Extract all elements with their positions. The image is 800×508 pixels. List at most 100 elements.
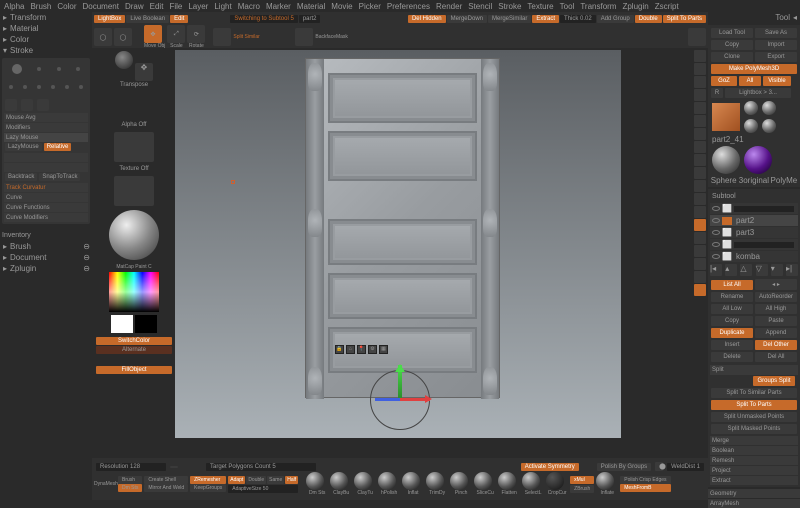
vi-xpose[interactable] xyxy=(694,271,706,283)
menu-marker[interactable]: Marker xyxy=(266,2,291,10)
brush-flatten[interactable] xyxy=(498,472,516,490)
eye-icon[interactable] xyxy=(712,206,720,211)
split-header[interactable]: Split xyxy=(710,365,798,375)
subtool-row1[interactable]: ⬜ xyxy=(710,203,798,214)
swatch-black[interactable] xyxy=(135,315,157,333)
extract-btn[interactable]: Extract xyxy=(532,15,559,23)
target-poly[interactable]: Target Polygons Count 5 xyxy=(206,463,316,471)
menu-render[interactable]: Render xyxy=(436,2,462,10)
material-sphere[interactable] xyxy=(109,210,159,260)
welddist[interactable]: WeldDist 1 xyxy=(667,463,704,471)
double-btn[interactable]: Double xyxy=(635,15,662,23)
tab-color[interactable]: ▸Color xyxy=(0,34,92,45)
menu-brush[interactable]: Brush xyxy=(30,2,51,10)
st-movedn-icon[interactable]: ▽ xyxy=(756,264,768,276)
swatch-white[interactable] xyxy=(111,315,133,333)
project-row[interactable]: Project xyxy=(710,466,798,475)
inv-zplugin[interactable]: ▸Zplugin⊖ xyxy=(0,263,92,274)
addgroup-btn[interactable]: Add Group xyxy=(597,15,634,23)
active-tool-thumb[interactable] xyxy=(712,103,740,131)
createshell-btn[interactable]: Create Shell xyxy=(144,476,188,484)
vi-rotate[interactable] xyxy=(694,206,706,218)
mouse-avg-slider[interactable]: Mouse Avg xyxy=(4,113,88,122)
zremesher-btn[interactable]: ZRemesher xyxy=(190,476,226,484)
move-obj-icon[interactable]: ✥ xyxy=(144,25,162,43)
vi-scale[interactable] xyxy=(694,193,706,205)
grow-icon[interactable] xyxy=(213,28,231,46)
st-start-icon[interactable]: |◂ xyxy=(710,264,722,276)
eye-icon[interactable] xyxy=(712,218,720,223)
vi-local[interactable] xyxy=(694,141,706,153)
menu-layer[interactable]: Layer xyxy=(188,2,208,10)
remesh-row[interactable]: Remesh xyxy=(710,456,798,465)
vi-aahalf[interactable] xyxy=(694,102,706,114)
tool-thumb3[interactable] xyxy=(744,119,758,133)
track-curve[interactable]: Track Curvatur xyxy=(4,183,88,192)
inv-brush[interactable]: ▸Brush⊖ xyxy=(0,241,92,252)
saveas-btn[interactable]: Save As xyxy=(755,28,797,38)
groupsplit-btn[interactable]: Groups Split xyxy=(753,376,795,386)
alpha-thumb[interactable] xyxy=(114,132,154,162)
snap-btn[interactable]: SnapToTrack xyxy=(39,173,80,181)
curve-mod[interactable]: Curve Modifiers xyxy=(4,213,88,222)
menu-file[interactable]: File xyxy=(169,2,182,10)
import-btn[interactable]: Import xyxy=(755,40,797,50)
rotate-icon[interactable]: ⟳ xyxy=(187,25,205,43)
load-tool-btn[interactable]: Load Tool xyxy=(711,28,753,38)
actsym-btn[interactable]: Activate Symmetry xyxy=(521,463,579,471)
menu-stroke[interactable]: Stroke xyxy=(498,2,521,10)
alllow-btn[interactable]: All Low xyxy=(711,304,753,314)
vi-scroll[interactable] xyxy=(694,63,706,75)
lazy-mouse-header[interactable]: Lazy Mouse xyxy=(4,133,88,142)
listall-btn[interactable]: List All xyxy=(711,280,753,290)
extract-row[interactable]: Extract xyxy=(710,476,798,485)
brush-trimdy[interactable] xyxy=(426,472,444,490)
all-btn[interactable]: All xyxy=(739,76,761,86)
backtrack-btn[interactable]: Backtrack xyxy=(5,173,37,181)
brush-inflat[interactable] xyxy=(402,472,420,490)
merge-row[interactable]: Merge xyxy=(710,436,798,445)
r-btn[interactable]: R xyxy=(711,88,723,98)
texture-thumb[interactable] xyxy=(114,176,154,206)
eye-icon[interactable] xyxy=(712,242,720,247)
modifiers-header[interactable]: Modifiers xyxy=(4,123,88,132)
copy2-btn[interactable]: Copy xyxy=(711,316,753,326)
eye-icon[interactable] xyxy=(712,230,720,235)
menu-document[interactable]: Document xyxy=(83,2,119,10)
subtool-komba[interactable]: ⬜komba xyxy=(710,251,798,262)
menu-material[interactable]: Material xyxy=(297,2,325,10)
menu-texture[interactable]: Texture xyxy=(527,2,553,10)
subtool-part3[interactable]: ⬜part3 xyxy=(710,227,798,238)
splitmasked-btn[interactable]: Split Masked Points xyxy=(711,424,797,434)
xmul[interactable]: xMul xyxy=(570,476,594,484)
alternate-btn[interactable]: Alternate xyxy=(96,346,172,354)
gizmo-lock-icon[interactable]: 🔒 xyxy=(335,345,344,354)
menu-light[interactable]: Light xyxy=(214,2,231,10)
brush-slicecu[interactable] xyxy=(474,472,492,490)
tool-thumb1[interactable] xyxy=(744,101,758,115)
curve-fn[interactable]: Curve Functions xyxy=(4,203,88,212)
arraymesh-row[interactable]: ArrayMesh xyxy=(708,499,800,508)
subtool-part2[interactable]: part2 xyxy=(710,215,798,226)
menu-transform[interactable]: Transform xyxy=(580,2,616,10)
thick-slider[interactable]: Thick 0.02 xyxy=(560,15,596,23)
vi-move[interactable] xyxy=(694,180,706,192)
autoreorder-btn[interactable]: AutoReorder xyxy=(755,292,797,302)
lightbox3-btn[interactable]: Lightbox > 3... xyxy=(725,88,791,98)
tool-polymesh[interactable] xyxy=(744,146,772,174)
splitparts-btn2[interactable]: Split To Parts xyxy=(711,400,797,410)
ac-btn[interactable]: ◂ ▸ xyxy=(755,279,797,290)
brush-cropcur[interactable] xyxy=(546,472,564,490)
visible-btn[interactable]: Visible xyxy=(763,76,791,86)
splitparts-btn[interactable]: Split To Parts xyxy=(663,15,706,23)
tab-transform[interactable]: ▸Transform xyxy=(0,12,92,23)
stroke-line-icon[interactable] xyxy=(5,99,17,111)
menu-zscript[interactable]: Zscript xyxy=(655,2,679,10)
menu-zplugin[interactable]: Zplugin xyxy=(622,2,648,10)
subtool-row4[interactable]: ⬜ xyxy=(710,239,798,250)
slider-a[interactable] xyxy=(4,153,88,162)
stroke-dots2[interactable] xyxy=(4,78,88,96)
bool-row[interactable]: Boolean xyxy=(710,446,798,455)
polishgrp-btn[interactable]: Polish By Groups xyxy=(597,463,651,471)
copy-btn[interactable]: Copy xyxy=(711,40,753,50)
